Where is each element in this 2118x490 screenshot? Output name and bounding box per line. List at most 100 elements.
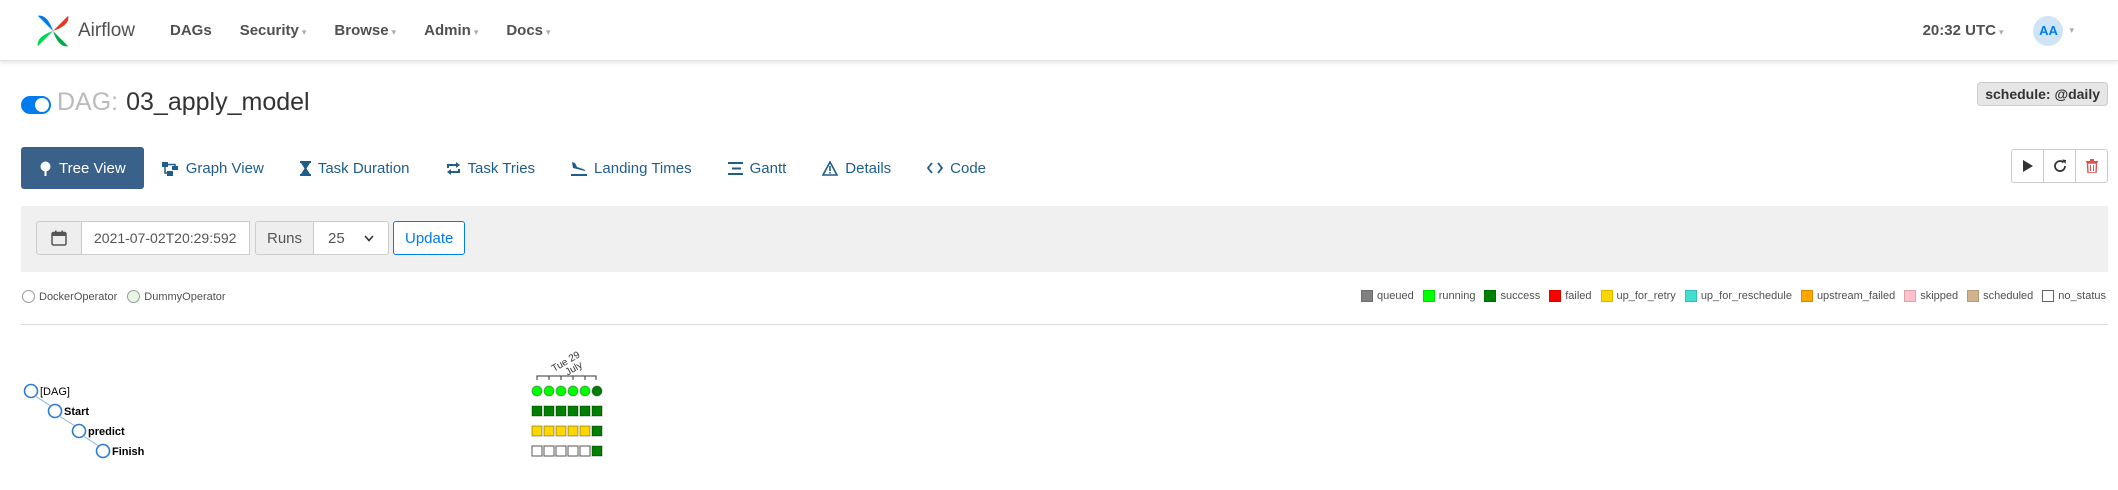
- user-initials: AA: [2039, 23, 2058, 38]
- delete-dag-button[interactable]: [2075, 149, 2108, 183]
- tab-graph-view[interactable]: Graph View: [144, 147, 282, 189]
- dag-run-circle[interactable]: [555, 385, 567, 397]
- tree-node[interactable]: [71, 423, 87, 439]
- menu-security[interactable]: Security ▾: [226, 22, 321, 39]
- state-label: skipped: [1920, 290, 1959, 302]
- schedule-badge: schedule: @daily: [1977, 82, 2108, 106]
- brand-link[interactable]: Airflow: [34, 8, 135, 54]
- task-instance-square[interactable]: [531, 405, 543, 417]
- state-swatch: [1361, 290, 1374, 302]
- toggle-knob: [35, 97, 49, 112]
- date-header: Tue 29 July: [536, 349, 597, 380]
- timezone-dropdown[interactable]: 20:32 UTC ▾: [1923, 22, 2004, 39]
- task-instance-square[interactable]: [531, 425, 543, 437]
- state-legend: queued running success failed up_for_retry up…: [1352, 290, 2106, 302]
- operator-legend-item: DummyOperator: [127, 290, 226, 303]
- trigger-dag-button[interactable]: [2011, 149, 2044, 183]
- airflow-logo-icon: [37, 15, 69, 47]
- task-instance-square[interactable]: [555, 445, 567, 457]
- tree-node[interactable]: [95, 443, 111, 459]
- task-instance-square[interactable]: [555, 425, 567, 437]
- tab-landing-times[interactable]: Landing Times: [553, 147, 710, 189]
- dag-run-circle[interactable]: [591, 385, 603, 397]
- update-button[interactable]: Update: [393, 221, 466, 255]
- base-date-group: [36, 221, 250, 255]
- task-instance-square[interactable]: [591, 425, 603, 437]
- task-label[interactable]: Start: [64, 406, 89, 418]
- menu-admin[interactable]: Admin ▾: [410, 22, 492, 39]
- tab-task-duration[interactable]: Task Duration: [282, 147, 428, 189]
- calendar-icon: [51, 230, 67, 246]
- task-instance-square[interactable]: [543, 425, 555, 437]
- state-legend-item: up_for_reschedule: [1684, 290, 1792, 302]
- tab-task-tries[interactable]: Task Tries: [428, 147, 554, 189]
- operator-swatch: [127, 290, 141, 303]
- warning-triangle-icon: [822, 160, 839, 176]
- repeat-icon: [446, 161, 461, 176]
- operator-label: DockerOperator: [39, 290, 118, 303]
- tab-label: Task Tries: [467, 159, 536, 177]
- menu-docs-label: Docs: [506, 22, 544, 39]
- task-label[interactable]: Finish: [112, 446, 145, 458]
- plane-landing-icon: [571, 161, 588, 176]
- tab-tree-view[interactable]: Tree View: [21, 147, 144, 189]
- menu-docs[interactable]: Docs ▾: [492, 22, 564, 39]
- task-instance-square[interactable]: [579, 405, 591, 417]
- state-legend-item: no_status: [2042, 290, 2106, 302]
- operator-legend-item: DockerOperator: [22, 290, 117, 303]
- dag-run-circle[interactable]: [579, 385, 591, 397]
- dag-action-buttons: [2011, 149, 2108, 183]
- task-instance-square[interactable]: [579, 445, 591, 457]
- caret-down-icon[interactable]: ▾: [2069, 25, 2074, 36]
- base-date-input[interactable]: [82, 221, 250, 255]
- task-instance-square[interactable]: [567, 405, 579, 417]
- dag-prefix: DAG:: [57, 88, 119, 116]
- state-legend-item: up_for_retry: [1600, 290, 1676, 302]
- user-avatar[interactable]: AA: [2033, 15, 2064, 46]
- state-label: success: [1500, 290, 1541, 302]
- dag-run-circle[interactable]: [531, 385, 543, 397]
- tab-label: Code: [950, 159, 987, 177]
- calendar-button[interactable]: [36, 221, 82, 255]
- dag-pause-toggle[interactable]: [21, 95, 51, 114]
- state-label: scheduled: [1983, 290, 2034, 302]
- tree-icon: [39, 161, 52, 176]
- task-instance-square[interactable]: [567, 425, 579, 437]
- task-instance-square[interactable]: [543, 405, 555, 417]
- view-tabs: Tree View Graph View Task Duration Task …: [21, 147, 1004, 189]
- chevron-down-icon: [364, 234, 374, 242]
- runs-select[interactable]: 25: [314, 221, 390, 255]
- task-instance-square[interactable]: [555, 405, 567, 417]
- top-navbar: Airflow DAGs Security ▾ Browse ▾ Admin ▾ Do…: [0, 0, 2118, 61]
- task-instance-square[interactable]: [567, 445, 579, 457]
- tree-node[interactable]: [23, 383, 39, 399]
- state-label: failed: [1565, 290, 1592, 302]
- main-menu: DAGs Security ▾ Browse ▾ Admin ▾ Docs ▾: [156, 0, 565, 61]
- tab-details[interactable]: Details: [804, 147, 909, 189]
- task-label[interactable]: [DAG]: [40, 386, 70, 398]
- gantt-icon: [727, 161, 743, 176]
- state-legend-item: upstream_failed: [1800, 290, 1895, 302]
- tree-filter-bar: Runs 25 Update: [21, 206, 2108, 272]
- task-instance-square[interactable]: [591, 445, 603, 457]
- refresh-dag-button[interactable]: [2043, 149, 2076, 183]
- caret-down-icon: ▾: [301, 27, 307, 37]
- menu-admin-label: Admin: [424, 22, 471, 39]
- tree-node[interactable]: [47, 403, 63, 419]
- task-label[interactable]: predict: [88, 426, 125, 438]
- task-instance-square[interactable]: [591, 405, 603, 417]
- state-swatch: [1967, 290, 1980, 302]
- date-tick-bracket: [536, 375, 597, 380]
- tree-rows: [DAG] Start predict Finish: [23, 383, 603, 459]
- state-label: no_status: [2058, 290, 2106, 302]
- dag-run-circle[interactable]: [543, 385, 555, 397]
- menu-browse[interactable]: Browse ▾: [320, 22, 410, 39]
- task-instance-square[interactable]: [543, 445, 555, 457]
- tab-gantt[interactable]: Gantt: [710, 147, 805, 189]
- state-swatch: [1549, 290, 1562, 302]
- menu-dags[interactable]: DAGs: [156, 22, 226, 39]
- tab-code[interactable]: Code: [909, 147, 1004, 189]
- task-instance-square[interactable]: [579, 425, 591, 437]
- task-instance-square[interactable]: [531, 445, 543, 457]
- dag-run-circle[interactable]: [567, 385, 579, 397]
